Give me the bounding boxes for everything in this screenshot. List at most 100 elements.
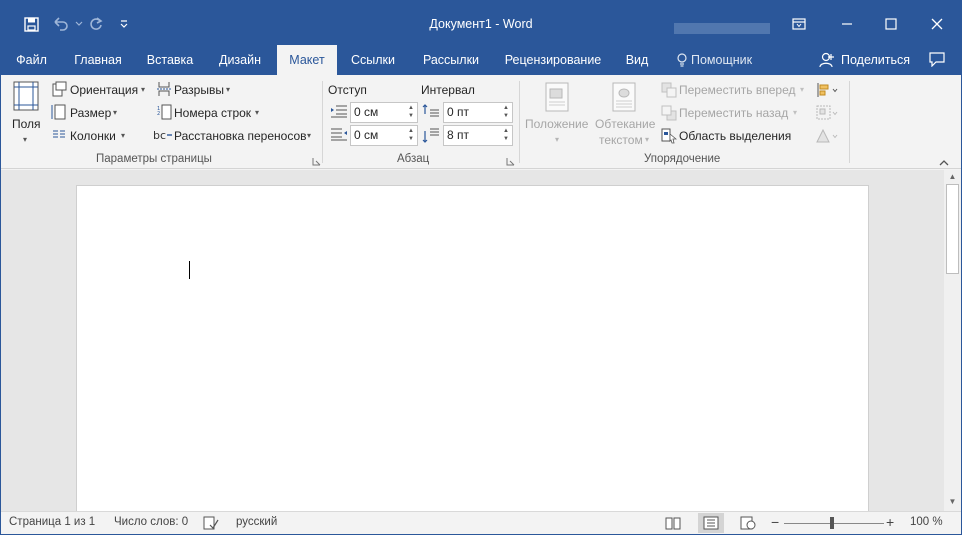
group-separator	[322, 81, 323, 163]
close-icon[interactable]	[923, 9, 951, 39]
zoom-level[interactable]: 100 %	[910, 516, 943, 528]
hyphenation-icon: bc	[153, 127, 172, 143]
wrap-text-icon	[612, 82, 636, 115]
line-numbers-button[interactable]: Номера строк	[174, 106, 251, 120]
document-canvas: ▲ ▼	[1, 170, 961, 511]
spinner-arrows-icon[interactable]: ▲ ▼	[502, 127, 510, 143]
spacing-before-input[interactable]: 0 пт ▲ ▼	[443, 102, 513, 123]
margins-icon[interactable]	[13, 81, 39, 114]
wrap-text-label-2: текстом	[599, 133, 643, 147]
chevron-down-icon: ▾	[307, 131, 312, 140]
scroll-down-icon[interactable]: ▼	[947, 497, 958, 506]
account-name	[674, 23, 770, 34]
zoom-out-icon[interactable]: −	[771, 514, 779, 530]
indent-left-value: 0 см	[354, 105, 379, 119]
wrap-text-button[interactable]: Обтекание	[595, 117, 655, 131]
customize-qat-icon[interactable]	[113, 13, 135, 35]
indent-left-input[interactable]: 0 см ▲ ▼	[350, 102, 418, 123]
chevron-down-icon: ▾	[226, 85, 231, 94]
position-button[interactable]: Положение	[525, 117, 588, 131]
spinner-arrows-icon[interactable]: ▲ ▼	[407, 104, 415, 120]
svg-text:bc: bc	[153, 129, 166, 142]
collapse-ribbon-icon[interactable]	[939, 155, 949, 169]
minimize-icon[interactable]	[833, 9, 861, 39]
tab-view[interactable]: Вид	[619, 45, 655, 75]
text-cursor	[189, 261, 190, 279]
tab-references[interactable]: Ссылки	[344, 45, 402, 75]
tab-file[interactable]: Файл	[4, 45, 59, 75]
page-setup-launcher-icon[interactable]	[312, 155, 322, 166]
send-backward-button[interactable]: Переместить назад	[679, 106, 788, 120]
print-layout-icon[interactable]	[698, 513, 724, 533]
margins-button[interactable]: Поля	[12, 117, 41, 131]
chevron-down-icon: ▾	[645, 135, 650, 144]
hyphenation-button[interactable]: Расстановка переносов	[174, 129, 307, 143]
indent-left-icon	[330, 104, 347, 120]
lightbulb-icon	[677, 53, 687, 70]
chevron-down-icon: ▾	[555, 135, 560, 144]
zoom-in-icon[interactable]: +	[886, 514, 894, 530]
share-button[interactable]: Поделиться	[841, 45, 911, 75]
language-indicator[interactable]: русский	[236, 516, 277, 528]
rotate-icon[interactable]	[816, 128, 838, 144]
comments-icon[interactable]	[929, 52, 945, 70]
tab-mailings[interactable]: Рассылки	[413, 45, 489, 75]
indent-right-input[interactable]: 0 см ▲ ▼	[350, 125, 418, 146]
maximize-icon[interactable]	[877, 9, 905, 39]
paragraph-group-label: Абзац	[397, 153, 430, 165]
chevron-down-icon: ▾	[793, 108, 798, 117]
save-icon[interactable]	[20, 13, 42, 35]
line-numbers-icon: 12	[156, 104, 172, 120]
tab-design[interactable]: Дизайн	[210, 45, 270, 75]
chevron-down-icon: ▾	[141, 85, 146, 94]
share-icon	[819, 52, 835, 71]
columns-button[interactable]: Колонки	[70, 129, 116, 143]
vertical-scrollbar[interactable]: ▲ ▼	[944, 170, 961, 511]
tab-home[interactable]: Главная	[67, 45, 129, 75]
page-count[interactable]: Страница 1 из 1	[9, 516, 95, 528]
web-layout-icon[interactable]	[740, 516, 756, 530]
chevron-down-icon: ▾	[23, 135, 28, 144]
zoom-slider-thumb[interactable]	[830, 517, 834, 529]
breaks-button[interactable]: Разрывы	[174, 83, 224, 97]
spacing-heading: Интервал	[421, 83, 475, 97]
tab-review[interactable]: Рецензирование	[497, 45, 609, 75]
tab-insert[interactable]: Вставка	[140, 45, 200, 75]
read-mode-icon[interactable]	[665, 516, 681, 530]
breaks-icon	[156, 81, 172, 97]
chevron-down-icon: ▾	[255, 108, 260, 117]
title-bar: Документ1 - Word	[1, 1, 961, 45]
paragraph-launcher-icon[interactable]	[506, 155, 516, 166]
indent-right-value: 0 см	[354, 128, 379, 142]
selection-pane-icon	[661, 128, 678, 144]
scroll-up-icon[interactable]: ▲	[947, 172, 958, 181]
spacing-after-input[interactable]: 8 пт ▲ ▼	[443, 125, 513, 146]
window-title: Документ1 - Word	[429, 17, 533, 31]
spinner-arrows-icon[interactable]: ▲ ▼	[407, 127, 415, 143]
chevron-down-icon: ▾	[113, 108, 118, 117]
ribbon-tab-bar: Файл Главная Вставка Дизайн Макет Ссылки…	[1, 45, 961, 75]
selection-pane-button[interactable]: Область выделения	[679, 129, 791, 143]
tab-layout[interactable]: Макет	[277, 45, 337, 75]
spinner-arrows-icon[interactable]: ▲ ▼	[502, 104, 510, 120]
word-window: Документ1 - Word Файл Главная Вставка Ди…	[0, 0, 962, 535]
proofing-icon[interactable]	[203, 516, 219, 530]
ribbon-display-options-icon[interactable]	[785, 9, 813, 39]
scrollbar-thumb[interactable]	[946, 184, 959, 274]
size-button[interactable]: Размер	[70, 106, 111, 120]
bring-forward-button[interactable]: Переместить вперед	[679, 83, 795, 97]
redo-icon[interactable]	[85, 13, 107, 35]
svg-text:2: 2	[157, 111, 160, 117]
columns-icon	[51, 127, 67, 143]
zoom-slider[interactable]	[784, 523, 884, 524]
group-objects-icon[interactable]	[816, 105, 838, 121]
align-icon[interactable]	[816, 82, 838, 98]
word-count[interactable]: Число слов: 0	[114, 516, 188, 528]
tell-me-search[interactable]: Помощник	[691, 45, 761, 75]
document-page[interactable]	[76, 185, 869, 511]
group-separator	[519, 81, 520, 163]
page-size-icon	[51, 104, 67, 120]
ribbon-layout: Поля ▾ Ориентация ▾ Размер ▾ Колонки ▾ Р…	[1, 75, 961, 169]
orientation-button[interactable]: Ориентация	[70, 83, 138, 97]
page-setup-group-label: Параметры страницы	[96, 153, 212, 165]
